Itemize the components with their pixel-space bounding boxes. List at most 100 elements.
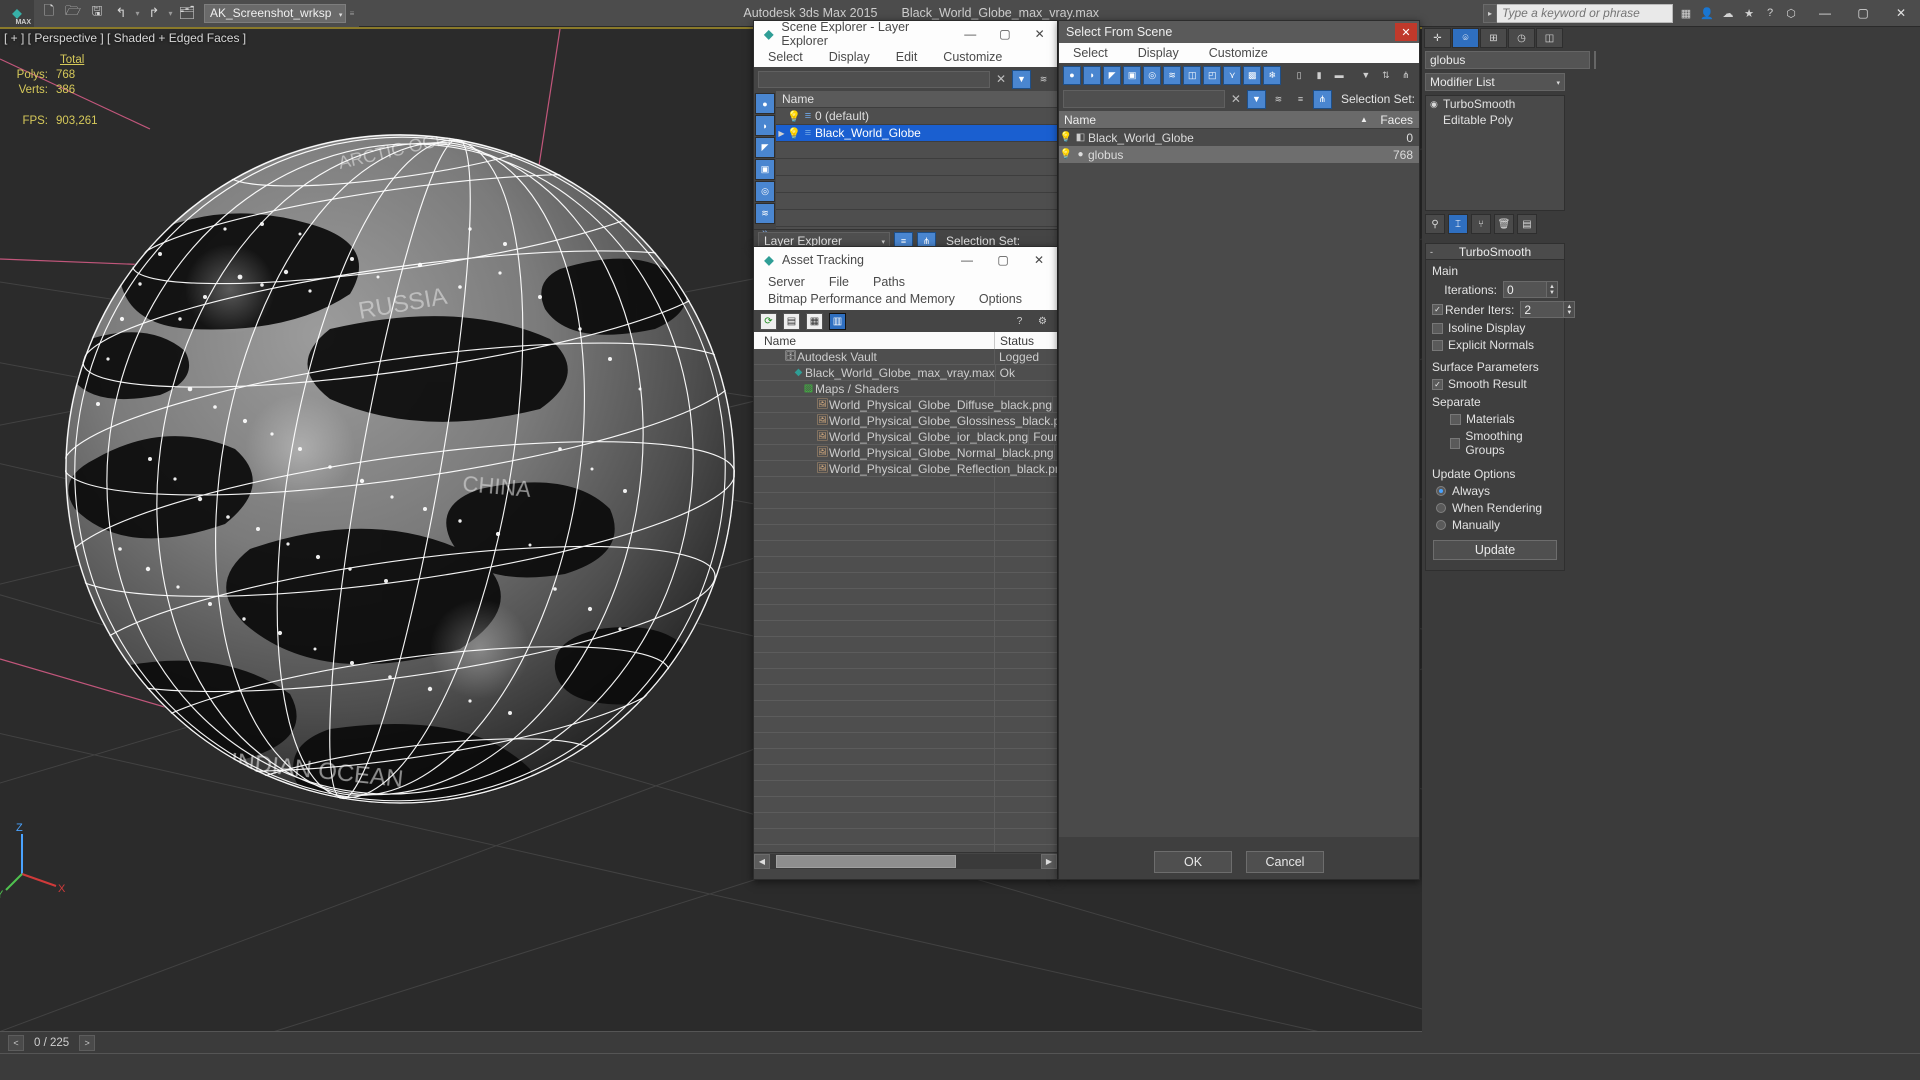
help-icon[interactable]: ? (1011, 312, 1028, 330)
light-bulb-icon[interactable]: 💡 (787, 110, 801, 123)
filter-icon[interactable]: ▼ (1356, 65, 1375, 85)
scene-explorer-window[interactable]: ◆ Scene Explorer - Layer Explorer — ▢ ✕ … (753, 20, 1058, 252)
scene-explorer-minimize-button[interactable]: — (953, 21, 988, 47)
motion-tab[interactable]: ◷ (1508, 28, 1535, 48)
light-bulb-icon[interactable]: 💡 (1059, 149, 1073, 160)
table-row[interactable]: ▨ Maps / Shaders (754, 381, 1057, 397)
spinner-arrows-icon[interactable]: ▲ ▼ (1547, 281, 1558, 298)
spinner-arrows-icon[interactable]: ▲ ▼ (1564, 301, 1576, 318)
rollout-header[interactable]: - TurboSmooth (1425, 243, 1565, 260)
qat-overflow-icon[interactable]: ≡ (348, 2, 355, 24)
hierarchy-tab[interactable]: ⊞ (1480, 28, 1507, 48)
table-row[interactable]: 💡 ● globus 768 (1059, 146, 1419, 163)
table-row[interactable]: 🖼 World_Physical_Globe_ior_black.png Fou… (754, 429, 1057, 445)
object-color-swatch[interactable] (1594, 51, 1596, 69)
shapes-filter-icon[interactable]: ◗ (755, 115, 775, 136)
select-from-scene-dialog[interactable]: Select From Scene ✕ Select Display Custo… (1058, 20, 1420, 880)
menu-display[interactable]: Display (1138, 46, 1179, 60)
modifier-stack-item-turbosmooth[interactable]: ◉ TurboSmooth (1426, 96, 1564, 112)
column-name[interactable]: Name (1059, 111, 1357, 128)
menu-bitmap-performance[interactable]: Bitmap Performance and Memory (768, 291, 955, 308)
column-name[interactable]: Name (754, 332, 995, 349)
bones-filter-icon[interactable]: ⋎ (1223, 65, 1242, 85)
open-file-icon[interactable]: 🗁 (62, 2, 84, 24)
cancel-button[interactable]: Cancel (1246, 851, 1324, 873)
minimize-button[interactable]: — (1806, 0, 1844, 27)
iterations-input[interactable] (1503, 281, 1547, 298)
table-row[interactable]: 🖼 World_Physical_Globe_Glossiness_black.… (754, 413, 1057, 429)
table-row[interactable]: 🖼 World_Physical_Globe_Diffuse_black.png… (754, 397, 1057, 413)
scroll-right-icon[interactable]: ▶ (1041, 854, 1057, 869)
render-iters-input[interactable] (1520, 301, 1565, 318)
modifier-list-dropdown[interactable]: Modifier List ▾ (1425, 73, 1565, 91)
asset-tracking-hscrollbar[interactable]: ◀ ▶ (754, 852, 1057, 870)
separate-smoothing-groups-checkbox[interactable]: Smoothing Groups (1450, 429, 1558, 457)
spacewarps-filter-icon[interactable]: ≋ (755, 203, 775, 224)
list-view-icon[interactable]: ▤ (783, 312, 800, 330)
update-always-radio[interactable]: Always (1436, 484, 1558, 498)
create-tab[interactable]: ✛ (1424, 28, 1451, 48)
filter-active-icon[interactable]: ▼ (1246, 89, 1266, 109)
redo-icon[interactable]: ↱ (143, 2, 165, 24)
table-row[interactable]: ◆ Black_World_Globe_max_vray.max Ok (754, 365, 1057, 381)
table-row[interactable]: 💡 ◧ Black_World_Globe 0 (1059, 129, 1419, 146)
sort-ascending-icon[interactable]: ▲ (1357, 111, 1371, 128)
layer-sort-icon[interactable]: ≋ (1268, 89, 1288, 109)
asset-tracking-maximize-button[interactable]: ▢ (985, 247, 1021, 273)
menu-server[interactable]: Server (768, 274, 805, 291)
modifier-enable-icon[interactable]: ◉ (1430, 99, 1443, 110)
workspace-selector[interactable]: AK_Screenshot_wrksp ▾ (204, 3, 347, 23)
menu-select[interactable]: Select (1073, 46, 1108, 60)
update-manually-radio[interactable]: Manually (1436, 518, 1558, 532)
search-box[interactable]: ▸ (1483, 3, 1673, 23)
make-unique-icon[interactable]: ⑂ (1471, 214, 1491, 234)
settings-icon[interactable]: ⚙ (1034, 312, 1051, 330)
new-file-icon[interactable]: 🗋 (38, 2, 60, 24)
star-icon[interactable]: ★ (1740, 4, 1758, 22)
scene-explorer-list[interactable]: 💡 ≡ 0 (default) ▶ 💡 ≡ Black_World_Globe (776, 108, 1057, 227)
menu-edit[interactable]: Edit (896, 50, 918, 64)
scroll-left-icon[interactable]: ◀ (754, 854, 770, 869)
modifier-stack[interactable]: ◉ TurboSmooth Editable Poly (1425, 95, 1565, 211)
display-tab[interactable]: ◫ (1536, 28, 1563, 48)
show-end-result-icon[interactable]: ⌶ (1448, 214, 1468, 234)
clear-search-icon[interactable]: ✕ (993, 71, 1009, 88)
asset-tracking-window[interactable]: ◆ Asset Tracking — ▢ ✕ Server File Paths… (753, 246, 1058, 880)
render-iters-checkbox[interactable]: ✓ (1432, 304, 1443, 315)
select-from-scene-titlebar[interactable]: Select From Scene ✕ (1059, 21, 1419, 43)
freeze-filter-icon[interactable]: ❄ (1263, 65, 1282, 85)
scene-explorer-find-input[interactable] (758, 70, 990, 88)
menu-customize[interactable]: Customize (943, 50, 1002, 64)
menu-display[interactable]: Display (829, 50, 870, 64)
shapes-filter-icon[interactable]: ◗ (1083, 65, 1102, 85)
expand-arrow-icon[interactable]: ▶ (776, 129, 787, 138)
exchange-icon[interactable]: ⬡ (1782, 4, 1800, 22)
layer-options-icon[interactable]: ≋ (1034, 69, 1053, 89)
select-from-scene-close-button[interactable]: ✕ (1395, 23, 1417, 41)
scene-explorer-close-button[interactable]: ✕ (1022, 21, 1057, 47)
viewport-label[interactable]: [ + ] [ Perspective ] [ Shaded + Edged F… (4, 31, 246, 45)
display-none-icon[interactable]: ▯ (1290, 65, 1309, 85)
containers-filter-icon[interactable]: ▩ (1243, 65, 1262, 85)
table-row[interactable]: 🖼 World_Physical_Globe_Normal_black.png … (754, 445, 1057, 461)
groups-filter-icon[interactable]: ◫ (1183, 65, 1202, 85)
hierarchy-icon[interactable]: ⋔ (1396, 65, 1415, 85)
search-dropdown-icon[interactable]: ▸ (1483, 3, 1497, 23)
update-button[interactable]: Update (1433, 540, 1557, 560)
undo-dropdown-icon[interactable]: ▾ (134, 2, 141, 24)
menu-select[interactable]: Select (768, 50, 803, 64)
modify-tab[interactable]: ⌾ (1452, 28, 1479, 48)
update-when-rendering-radio[interactable]: When Rendering (1436, 501, 1558, 515)
maximize-button[interactable]: ▢ (1844, 0, 1882, 27)
ok-button[interactable]: OK (1154, 851, 1232, 873)
asset-tracking-list[interactable]: 🗄 Autodesk Vault Logged ◆ Black_World_Gl… (754, 349, 1057, 852)
iterations-spinner[interactable]: ▲▼ (1503, 281, 1558, 298)
render-iters-spinner[interactable]: ▲▼ (1520, 301, 1576, 318)
explicit-normals-checkbox[interactable]: Explicit Normals (1432, 338, 1558, 352)
asset-tracking-close-button[interactable]: ✕ (1021, 247, 1057, 273)
display-all-icon[interactable]: ▬ (1330, 65, 1349, 85)
filter-icon[interactable]: ▼ (1012, 69, 1031, 89)
lights-filter-icon[interactable]: ◤ (755, 137, 775, 158)
help-icon[interactable]: ? (1761, 4, 1779, 22)
sign-in-icon[interactable]: 👤 (1698, 4, 1716, 22)
